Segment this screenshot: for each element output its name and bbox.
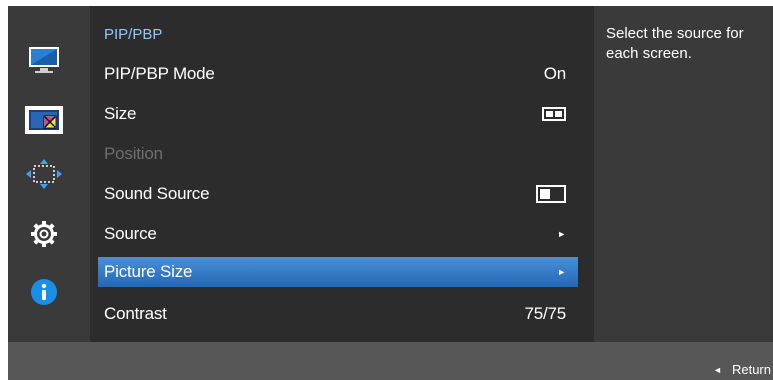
menu-item-label: Contrast bbox=[104, 304, 167, 323]
menu-item-label: Source bbox=[104, 224, 157, 243]
submenu-arrow-icon: ► bbox=[557, 267, 566, 277]
bottom-bar: ◄ Return bbox=[8, 342, 773, 380]
menu-item-pip-pbp-mode[interactable]: PIP/PBP Mode On bbox=[104, 59, 578, 89]
split-screen-size-icon bbox=[542, 107, 566, 121]
monitor-icon bbox=[29, 47, 59, 73]
menu-item-label: Position bbox=[104, 144, 163, 163]
left-screen-sound-icon bbox=[536, 185, 566, 203]
menu-item-label: Sound Source bbox=[104, 184, 210, 203]
info-icon bbox=[31, 279, 57, 305]
menu-item-label: Picture Size bbox=[104, 262, 193, 281]
return-button[interactable]: ◄ Return bbox=[713, 362, 771, 377]
sidebar-item-picture[interactable] bbox=[26, 44, 62, 76]
sidebar-item-pip-pbp[interactable] bbox=[25, 106, 63, 134]
picture-color-icon bbox=[29, 110, 59, 130]
menu-item-position: Position bbox=[104, 139, 578, 169]
sidebar-item-position[interactable] bbox=[26, 158, 62, 190]
position-arrows-icon bbox=[26, 159, 62, 189]
help-text: Select the source for each screen. bbox=[606, 25, 744, 62]
return-label: Return bbox=[731, 362, 771, 377]
menu-item-size[interactable]: Size bbox=[104, 99, 578, 129]
menu-item-source[interactable]: Source ► bbox=[104, 219, 578, 249]
menu-item-value: 75/75 bbox=[524, 304, 566, 323]
menu-item-label: PIP/PBP Mode bbox=[104, 64, 215, 83]
menu-item-value: On bbox=[543, 64, 566, 83]
menu-title: PIP/PBP bbox=[104, 26, 163, 43]
left-arrow-icon: ◄ bbox=[713, 364, 722, 375]
sidebar-item-information[interactable] bbox=[26, 276, 62, 308]
menu-item-contrast[interactable]: Contrast 75/75 bbox=[104, 299, 578, 329]
pip-pbp-menu: PIP/PBP PIP/PBP Mode On Size Position So… bbox=[90, 6, 594, 342]
osd-menu: PIP/PBP PIP/PBP Mode On Size Position So… bbox=[8, 6, 773, 380]
help-panel: Select the source for each screen. bbox=[594, 6, 773, 342]
settings-gear-icon bbox=[31, 221, 57, 247]
sidebar-item-system[interactable] bbox=[26, 218, 62, 250]
menu-item-label: Size bbox=[104, 104, 137, 123]
menu-item-sound-source[interactable]: Sound Source bbox=[104, 179, 578, 209]
submenu-arrow-icon: ► bbox=[557, 229, 566, 239]
menu-item-picture-size[interactable]: Picture Size ► bbox=[98, 257, 578, 287]
category-sidebar bbox=[8, 6, 90, 342]
